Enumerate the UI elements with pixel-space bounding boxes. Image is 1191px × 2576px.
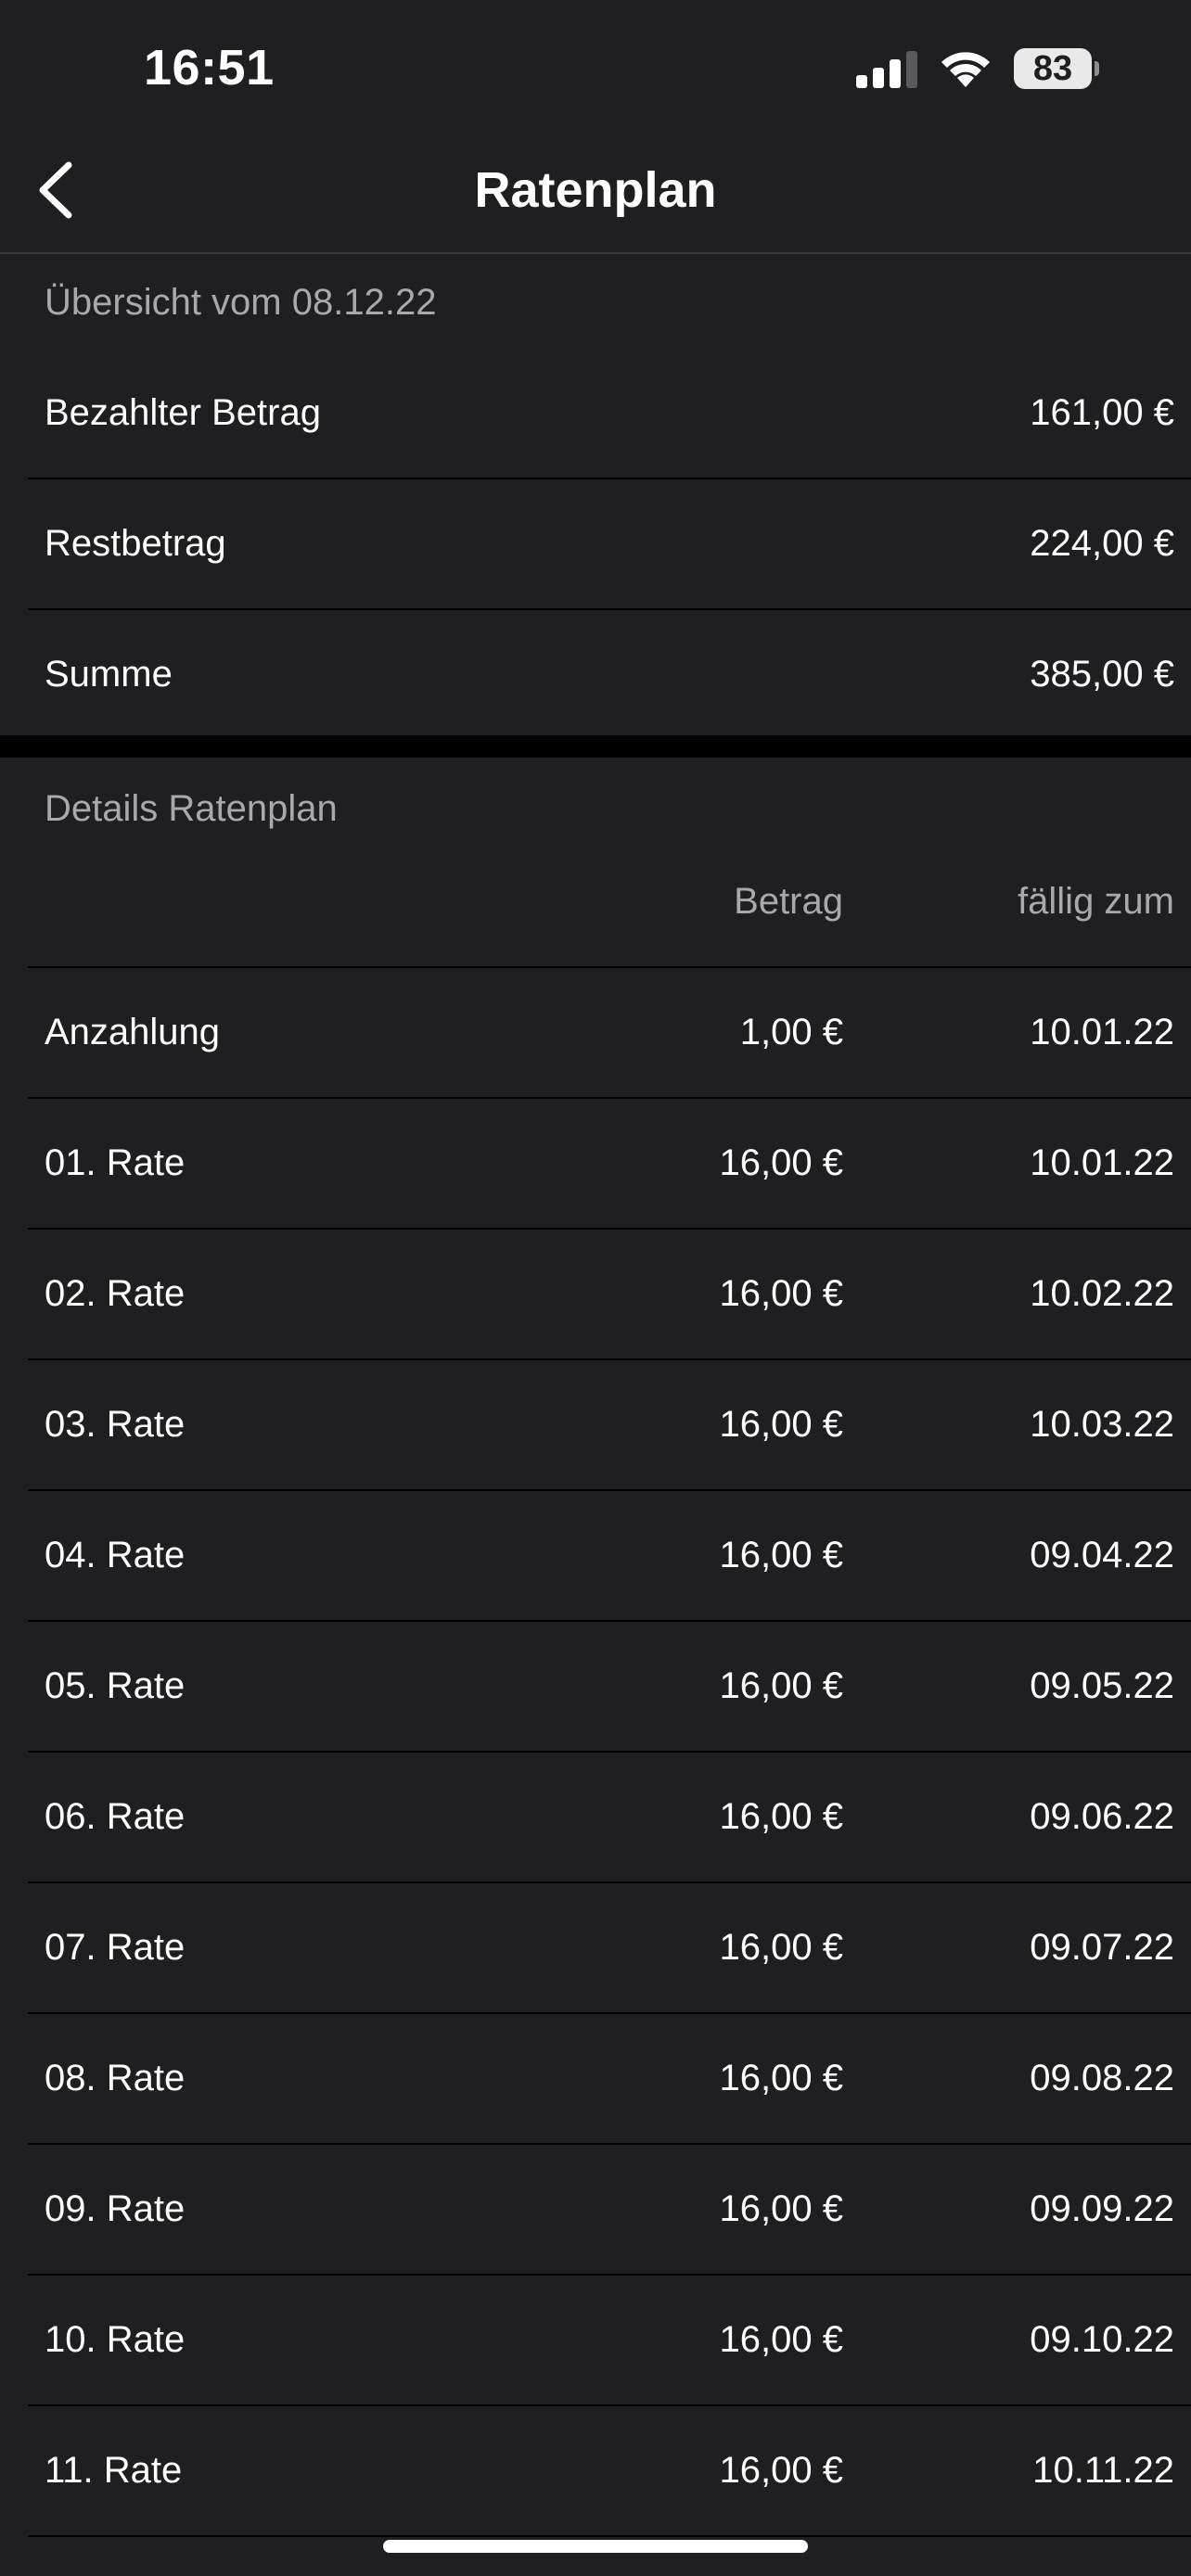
overview-section: Übersicht vom 08.12.22 Bezahlter Betrag … [0,256,1191,741]
installment-due-date: 09.10.22 [1030,2319,1174,2360]
installment-row: 05. Rate 16,00 € 09.05.22 [28,1622,1191,1753]
column-header-amount: Betrag [734,881,843,922]
installment-label: 02. Rate [45,1273,186,1314]
installment-due-date: 10.01.22 [1030,1142,1174,1183]
installment-amount: 16,00 € [719,1142,843,1183]
installment-due-date: 09.07.22 [1030,1927,1174,1968]
installment-label: 06. Rate [45,1796,186,1837]
column-header-due: fällig zum [1018,881,1174,922]
installment-due-date: 10.03.22 [1030,1404,1174,1445]
installment-due-date: 10.11.22 [1032,2450,1174,2491]
installment-row: 04. Rate 16,00 € 09.04.22 [28,1491,1191,1622]
overview-header: Übersicht vom 08.12.22 [45,282,437,323]
row-label: Restbetrag [45,523,226,564]
row-label: Summe [45,654,173,695]
installment-label: 01. Rate [45,1142,186,1183]
installment-label: Anzahlung [45,1012,221,1052]
page-title: Ratenplan [474,162,717,218]
details-header: Details Ratenplan [45,788,338,829]
installment-amount: 16,00 € [719,1796,843,1837]
battery-level: 83 [1032,49,1073,88]
installment-row: Anzahlung 1,00 € 10.01.22 [28,968,1191,1099]
installment-amount: 16,00 € [719,2450,843,2491]
navigation-bar: Ratenplan [0,139,1191,254]
row-label: Bezahlter Betrag [45,392,321,433]
installment-due-date: 09.06.22 [1030,1796,1174,1837]
installment-label: 11. Rate [45,2450,183,2491]
installment-amount: 16,00 € [719,1404,843,1445]
installment-amount: 1,00 € [739,1012,843,1052]
installment-row: 09. Rate 16,00 € 09.09.22 [28,2145,1191,2276]
details-section: Details Ratenplan Betrag fällig zum Anza… [0,758,1191,2537]
installment-due-date: 09.04.22 [1030,1535,1174,1575]
overview-row-paid: Bezahlter Betrag 161,00 € [28,349,1191,479]
installment-row: 01. Rate 16,00 € 10.01.22 [28,1099,1191,1230]
row-value: 385,00 € [1030,654,1174,695]
installment-amount: 16,00 € [719,1927,843,1968]
installment-label: 05. Rate [45,1665,186,1706]
overview-row-remaining: Restbetrag 224,00 € [28,479,1191,610]
installment-label: 09. Rate [45,2188,186,2229]
home-indicator[interactable] [383,2540,808,2553]
installment-label: 04. Rate [45,1535,186,1575]
wifi-icon [941,52,990,87]
installment-row: 10. Rate 16,00 € 09.10.22 [28,2276,1191,2406]
installment-row: 11. Rate 16,00 € 10.11.22 [28,2406,1191,2537]
installment-row: 03. Rate 16,00 € 10.03.22 [28,1360,1191,1491]
installment-amount: 16,00 € [719,2058,843,2098]
installment-amount: 16,00 € [719,1535,843,1575]
installment-due-date: 09.09.22 [1030,2188,1174,2229]
details-column-headers: Betrag fällig zum [28,860,1191,968]
installment-due-date: 10.02.22 [1030,1273,1174,1314]
overview-row-total: Summe 385,00 € [28,610,1191,741]
installment-due-date: 09.08.22 [1030,2058,1174,2098]
installment-amount: 16,00 € [719,2188,843,2229]
installment-label: 08. Rate [45,2058,186,2098]
installment-label: 03. Rate [45,1404,186,1445]
installment-label: 07. Rate [45,1927,186,1968]
installment-row: 06. Rate 16,00 € 09.06.22 [28,1753,1191,1883]
battery-icon: 83 [1014,48,1099,89]
installment-amount: 16,00 € [719,1665,843,1706]
row-value: 161,00 € [1030,392,1174,433]
installment-row: 08. Rate 16,00 € 09.08.22 [28,2014,1191,2145]
installment-row: 02. Rate 16,00 € 10.02.22 [28,1230,1191,1360]
installment-label: 10. Rate [45,2319,186,2360]
installment-due-date: 09.05.22 [1030,1665,1174,1706]
installment-amount: 16,00 € [719,1273,843,1314]
status-bar: 16:51 83 [0,0,1191,139]
installment-amount: 16,00 € [719,2319,843,2360]
signal-icon [856,51,917,88]
row-value: 224,00 € [1030,523,1174,564]
installment-row: 07. Rate 16,00 € 09.07.22 [28,1883,1191,2014]
installment-due-date: 10.01.22 [1030,1012,1174,1052]
section-divider [0,735,1191,758]
status-time: 16:51 [144,40,275,96]
